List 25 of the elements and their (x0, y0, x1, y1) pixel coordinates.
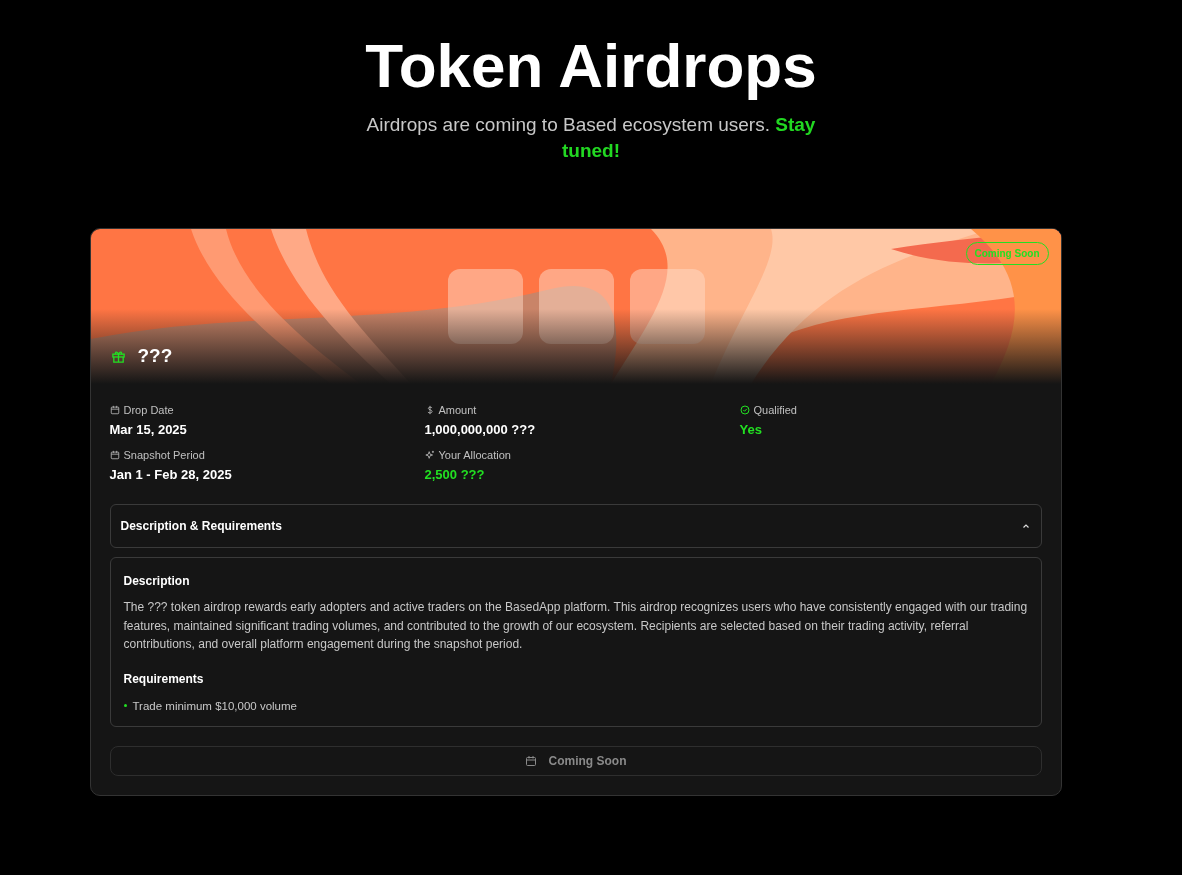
description-text: The ??? token airdrop rewards early adopters and active traders on the BasedApp platform. This airdrop recognizes users who have consistently engaged with our trading features, maintained significant trading volumes, and contributed to the growth of our ecosystem. Recipients are selected based on their trading activity, referral contributions, and overall platform engagement during the snapshot period. (123, 599, 1028, 653)
stat-value: 2,500 ??? (424, 467, 485, 482)
section-heading: Description (123, 574, 191, 588)
section-heading: Requirements (123, 671, 205, 686)
stat-value: Mar 15, 2025 (109, 422, 187, 437)
bullet-icon (123, 704, 127, 707)
stat-value: Jan 1 - Feb 28, 2025 (109, 467, 232, 482)
calendar-icon (109, 450, 120, 460)
stat-label: Drop Date (123, 404, 174, 416)
page-subtitle: Airdrops are coming to Based ecosystem users. Stay tuned! (365, 113, 817, 163)
stat-label: Amount (438, 404, 477, 416)
stat-label: Snapshot Period (123, 449, 205, 461)
stat-label: Qualified (753, 404, 797, 416)
sparkle-icon (424, 450, 435, 460)
requirement-text: Trade minimum $10,000 volume (132, 699, 297, 712)
page-title: Token Airdrops (365, 30, 817, 102)
details-toggle[interactable]: Description & Requirements (109, 504, 1042, 548)
stat-value: 1,000,000,000 ??? (424, 422, 536, 437)
check-circle-icon (739, 405, 750, 415)
stat-value: Yes (739, 422, 762, 437)
calendar-icon (524, 754, 537, 767)
stat-label: Your Allocation (438, 449, 511, 461)
dollar-icon (424, 405, 435, 415)
token-name: ??? (137, 345, 173, 367)
calendar-icon (109, 405, 120, 415)
